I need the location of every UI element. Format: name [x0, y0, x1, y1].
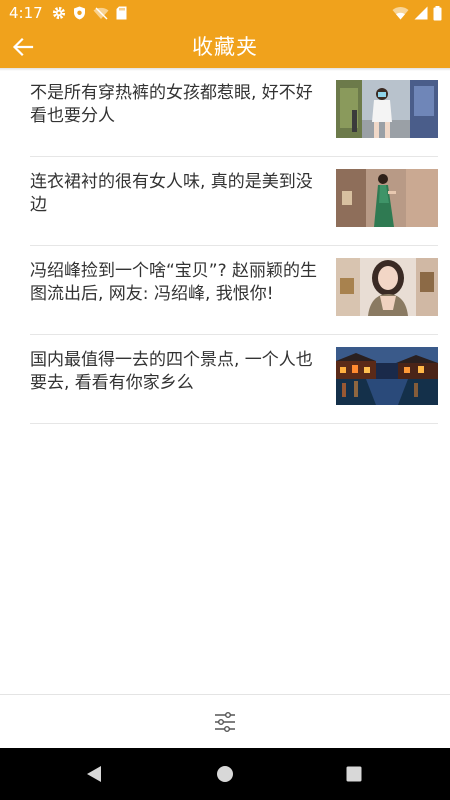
nav-home-button[interactable] — [213, 762, 237, 786]
home-circle-icon — [217, 766, 233, 782]
nav-recents-button[interactable] — [342, 762, 366, 786]
article-title: 国内最值得一去的四个景点, 一个人也要去, 看看有你家乡么 — [30, 350, 313, 393]
filter-button[interactable] — [210, 707, 240, 737]
app-bar: 收藏夹 — [0, 26, 450, 68]
nav-back-button[interactable] — [82, 762, 106, 786]
list-item[interactable]: 冯绍峰捡到一个啥“宝贝”? 赵丽颖的生图流出后, 网友: 冯绍峰, 我恨你! — [30, 246, 438, 335]
sliders-icon — [215, 712, 235, 732]
wifi-icon — [392, 7, 409, 20]
shield-icon — [74, 6, 85, 20]
recents-square-icon — [346, 766, 362, 782]
article-thumbnail — [336, 80, 438, 138]
status-icons-right — [392, 5, 442, 21]
portrait-photo — [336, 258, 438, 316]
screen: 4:17 收藏夹 不是所有穿热裤的女孩都惹眼, 好不好看也要分人 连衣裙衬的很有… — [0, 0, 450, 800]
sd-card-icon — [116, 6, 127, 20]
article-thumbnail — [336, 347, 438, 405]
article-title: 连衣裙衬的很有女人味, 真的是美到没边 — [30, 172, 313, 215]
green-dress-photo — [336, 169, 438, 227]
list-item[interactable]: 国内最值得一去的四个景点, 一个人也要去, 看看有你家乡么 — [30, 335, 438, 424]
back-button[interactable] — [8, 32, 38, 62]
article-title: 冯绍峰捡到一个啥“宝贝”? 赵丽颖的生图流出后, 网友: 冯绍峰, 我恨你! — [30, 261, 318, 304]
nav-bar — [0, 748, 450, 800]
article-thumbnail — [336, 258, 438, 316]
list-item[interactable]: 不是所有穿热裤的女孩都惹眼, 好不好看也要分人 — [30, 68, 438, 157]
street-fashion-photo — [336, 80, 438, 138]
status-time: 4:17 — [9, 4, 43, 22]
water-town-night-photo — [336, 347, 438, 405]
arrow-left-icon — [12, 37, 34, 57]
battery-icon — [433, 5, 442, 20]
wifi-off-icon — [93, 7, 109, 19]
page-title: 收藏夹 — [192, 35, 258, 59]
favorites-list: 不是所有穿热裤的女孩都惹眼, 好不好看也要分人 连衣裙衬的很有女人味, 真的是美… — [0, 68, 450, 424]
status-icons-left — [52, 5, 127, 21]
list-item[interactable]: 连衣裙衬的很有女人味, 真的是美到没边 — [30, 157, 438, 246]
back-triangle-icon — [87, 766, 101, 782]
bottom-toolbar — [0, 694, 450, 749]
article-title: 不是所有穿热裤的女孩都惹眼, 好不好看也要分人 — [30, 83, 313, 126]
status-bar: 4:17 — [0, 0, 450, 26]
gear-icon — [52, 6, 66, 20]
signal-icon — [414, 6, 428, 20]
article-thumbnail — [336, 169, 438, 227]
